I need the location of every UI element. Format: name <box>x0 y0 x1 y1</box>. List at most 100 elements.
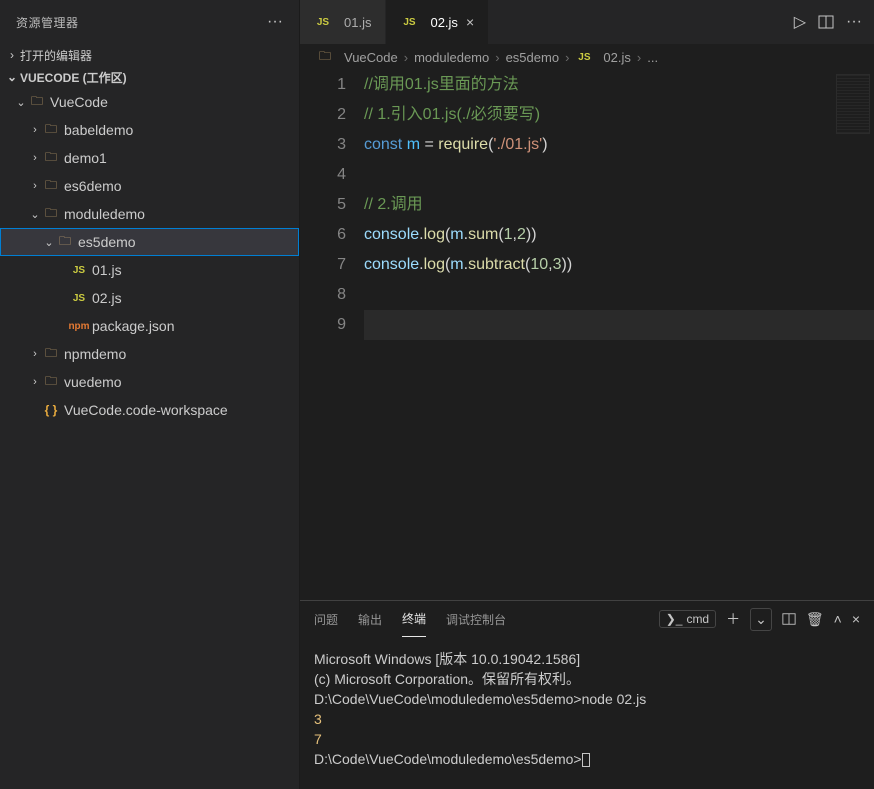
terminal-line: D:\Code\VueCode\moduledemo\es5demo> <box>314 749 860 769</box>
file-label: 01.js <box>92 262 122 278</box>
folder-demo1[interactable]: › 🗀 demo1 <box>0 144 299 172</box>
close-panel-icon[interactable]: × <box>852 611 860 627</box>
panel-tab-debug[interactable]: 调试控制台 <box>446 601 506 637</box>
chevron-right-icon: › <box>4 48 20 62</box>
folder-label: es5demo <box>78 234 136 250</box>
shell-name: cmd <box>686 612 709 626</box>
new-terminal-icon[interactable]: ＋ <box>726 609 740 629</box>
tab-label: 02.js <box>430 15 457 30</box>
braces-icon: { } <box>42 403 60 417</box>
sidebar-header: 资源管理器 ··· <box>0 0 299 44</box>
chevron-right-icon: › <box>28 376 42 388</box>
js-icon: JS <box>70 265 88 276</box>
chevron-right-icon: › <box>28 180 42 192</box>
workspace-header[interactable]: ⌄ VUECODE (工作区) <box>0 66 299 88</box>
terminal-cursor <box>582 753 590 767</box>
more-icon[interactable]: ··· <box>846 13 862 31</box>
code-line[interactable]: // 1.引入01.js(./必须要写) <box>364 100 874 130</box>
line-number: 7 <box>300 250 346 280</box>
folder-es6demo[interactable]: › 🗀 es6demo <box>0 172 299 200</box>
code-line[interactable]: // 2.调用 <box>364 190 874 220</box>
sidebar-more-icon[interactable]: ··· <box>267 13 283 31</box>
breadcrumb-part[interactable]: ... <box>647 50 658 65</box>
file-workspace[interactable]: { } VueCode.code-workspace <box>0 396 299 424</box>
folder-icon: 🗀 <box>42 176 60 197</box>
js-icon: JS <box>575 52 593 63</box>
chevron-down-icon: ⌄ <box>14 96 28 109</box>
split-editor-icon[interactable] <box>818 14 834 30</box>
code-line[interactable] <box>364 280 874 310</box>
bottom-panel: 问题 输出 终端 调试控制台 ❯_ cmd ＋ ⌄ 🗑 ˄ × Microsof… <box>300 600 874 789</box>
folder-label: babeldemo <box>64 122 133 138</box>
breadcrumb[interactable]: 🗀 VueCode › moduledemo › es5demo › JS 02… <box>300 44 874 70</box>
folder-label: es6demo <box>64 178 122 194</box>
panel-tab-problems[interactable]: 问题 <box>314 601 338 637</box>
file-tree: ⌄ 🗀 VueCode › 🗀 babeldemo › 🗀 demo1 › 🗀 … <box>0 88 299 789</box>
file-label: VueCode.code-workspace <box>64 402 228 418</box>
minimap[interactable] <box>836 74 870 134</box>
file-packagejson[interactable]: npm package.json <box>0 312 299 340</box>
breadcrumb-part[interactable]: es5demo <box>506 50 559 65</box>
folder-vuecode[interactable]: ⌄ 🗀 VueCode <box>0 88 299 116</box>
folder-icon: 🗀 <box>28 92 46 113</box>
code-editor[interactable]: 123456789 //调用01.js里面的方法// 1.引入01.js(./必… <box>300 70 874 600</box>
split-terminal-icon[interactable] <box>782 612 796 626</box>
run-icon[interactable]: ▷ <box>794 12 806 32</box>
tab-02js[interactable]: JS 02.js × <box>386 0 489 44</box>
terminal-line: 3 <box>314 709 860 729</box>
panel-actions: ❯_ cmd ＋ ⌄ 🗑 ˄ × <box>659 608 860 631</box>
line-number: 1 <box>300 70 346 100</box>
sidebar: 资源管理器 ··· › 打开的编辑器 ⌄ VUECODE (工作区) ⌄ 🗀 V… <box>0 0 300 789</box>
terminal-dropdown-icon[interactable]: ⌄ <box>750 608 772 631</box>
code-line[interactable]: //调用01.js里面的方法 <box>364 70 874 100</box>
chevron-right-icon: › <box>28 124 42 136</box>
code-line[interactable]: console.log(m.sum(1,2)) <box>364 220 874 250</box>
folder-label: vuedemo <box>64 374 122 390</box>
code-line[interactable] <box>364 310 874 340</box>
chevron-right-icon: › <box>28 348 42 360</box>
chevron-down-icon: ⌄ <box>42 236 56 249</box>
panel-tabs: 问题 输出 终端 调试控制台 ❯_ cmd ＋ ⌄ 🗑 ˄ × <box>300 601 874 637</box>
trash-icon[interactable]: 🗑 <box>806 611 824 628</box>
breadcrumb-part[interactable]: 02.js <box>603 50 630 65</box>
panel-tab-terminal[interactable]: 终端 <box>402 601 426 637</box>
folder-babeldemo[interactable]: › 🗀 babeldemo <box>0 116 299 144</box>
breadcrumb-part[interactable]: VueCode <box>344 50 398 65</box>
folder-icon: 🗀 <box>42 344 60 365</box>
maximize-panel-icon[interactable]: ˄ <box>834 611 842 627</box>
js-icon: JS <box>70 293 88 304</box>
file-02js[interactable]: JS 02.js <box>0 284 299 312</box>
chevron-right-icon: › <box>495 50 499 65</box>
breadcrumb-part[interactable]: moduledemo <box>414 50 489 65</box>
terminal-content[interactable]: Microsoft Windows [版本 10.0.19042.1586](c… <box>300 637 874 789</box>
tab-01js[interactable]: JS 01.js <box>300 0 386 44</box>
line-number: 9 <box>300 310 346 340</box>
chevron-right-icon: › <box>637 50 641 65</box>
folder-vuedemo[interactable]: › 🗀 vuedemo <box>0 368 299 396</box>
file-01js[interactable]: JS 01.js <box>0 256 299 284</box>
code-line[interactable]: const m = require('./01.js') <box>364 130 874 160</box>
line-number: 6 <box>300 220 346 250</box>
code-content[interactable]: //调用01.js里面的方法// 1.引入01.js(./必须要写)const … <box>364 70 874 600</box>
tab-actions: ▷ ··· <box>794 0 874 44</box>
folder-moduledemo[interactable]: ⌄ 🗀 moduledemo <box>0 200 299 228</box>
folder-icon: 🗀 <box>42 372 60 393</box>
line-number: 3 <box>300 130 346 160</box>
folder-npmdemo[interactable]: › 🗀 npmdemo <box>0 340 299 368</box>
open-editors-header[interactable]: › 打开的编辑器 <box>0 44 299 66</box>
folder-icon: 🗀 <box>56 232 74 253</box>
chevron-right-icon: › <box>565 50 569 65</box>
folder-es5demo[interactable]: ⌄ 🗀 es5demo <box>0 228 299 256</box>
folder-icon: 🗀 <box>42 148 60 169</box>
open-editors-label: 打开的编辑器 <box>20 47 92 64</box>
workspace-label: VUECODE (工作区) <box>20 69 127 86</box>
code-line[interactable]: console.log(m.subtract(10,3)) <box>364 250 874 280</box>
close-icon[interactable]: × <box>466 14 474 30</box>
line-number: 5 <box>300 190 346 220</box>
npm-icon: npm <box>70 321 88 332</box>
code-line[interactable] <box>364 160 874 190</box>
terminal-shell-selector[interactable]: ❯_ cmd <box>659 610 716 628</box>
folder-icon: 🗀 <box>42 120 60 141</box>
panel-tab-output[interactable]: 输出 <box>358 601 382 637</box>
file-label: package.json <box>92 318 175 334</box>
